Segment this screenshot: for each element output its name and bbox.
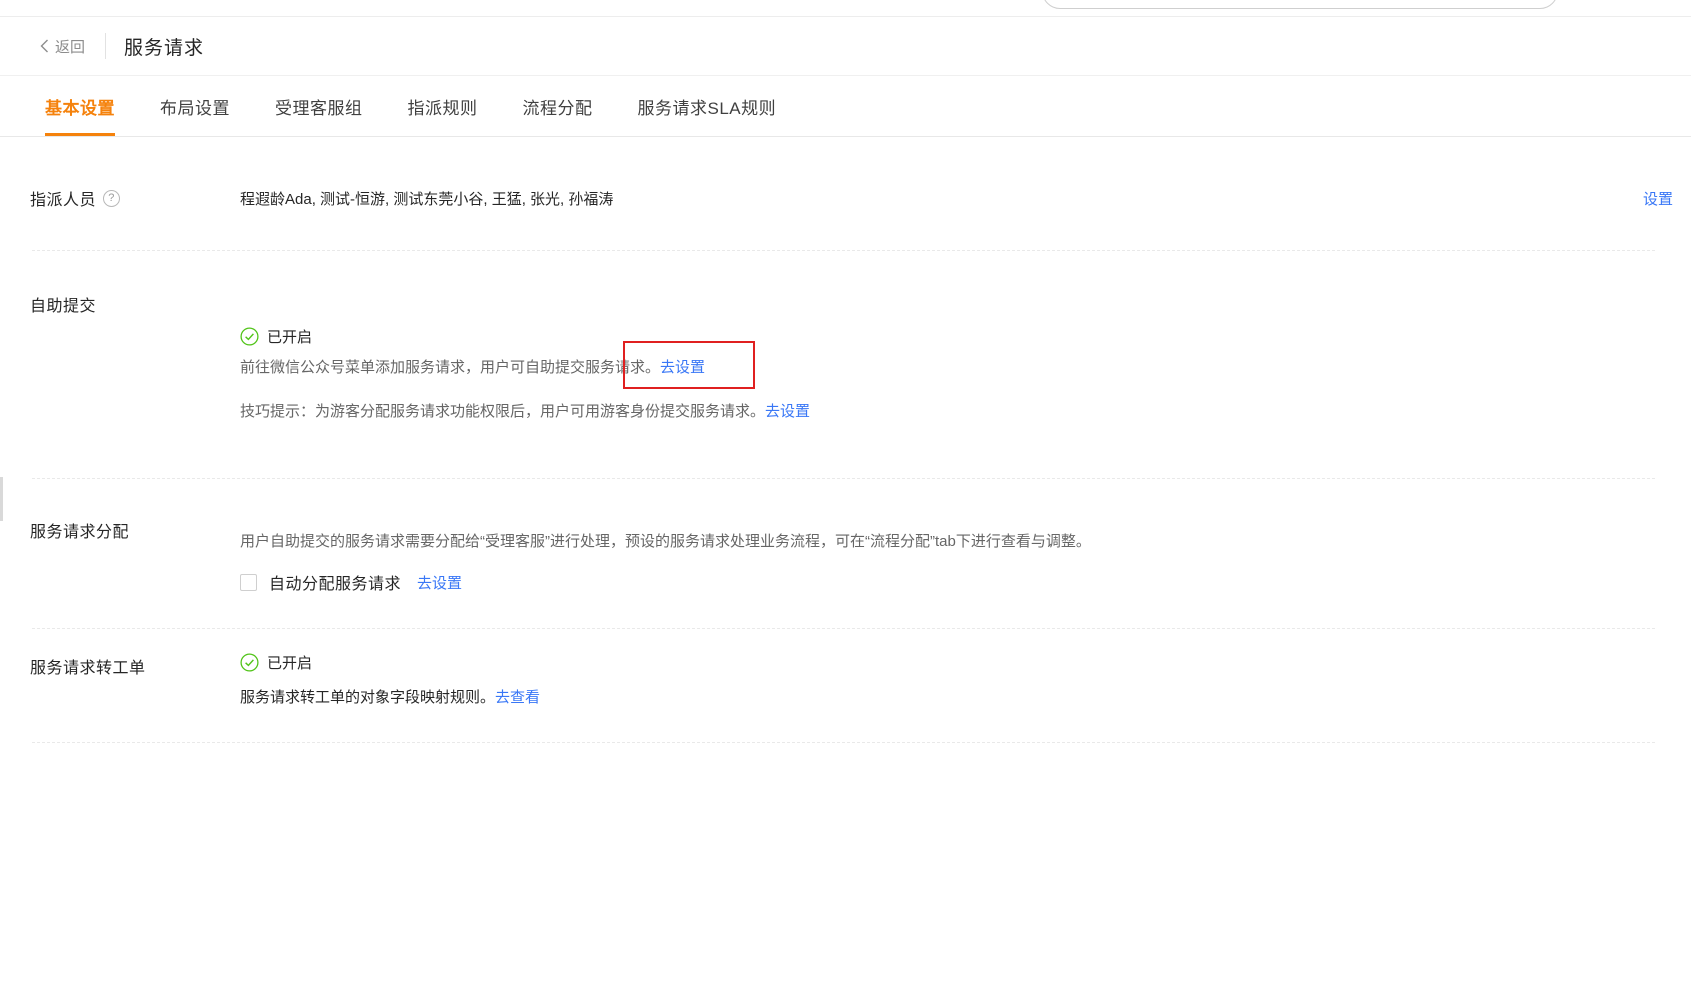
chevron-left-icon [40, 39, 48, 53]
section-divider [32, 628, 1655, 629]
to-ticket-label-text: 服务请求转工单 [30, 660, 146, 677]
left-scrollbar-thumb[interactable] [0, 477, 3, 521]
self-service-status: 已开启 [240, 326, 312, 347]
self-service-setup-link[interactable]: 去设置 [660, 359, 705, 376]
tab-layout-settings[interactable]: 布局设置 [160, 76, 230, 136]
status-text: 已开启 [267, 329, 313, 346]
to-ticket-status: 已开启 [240, 652, 312, 673]
back-label: 返回 [55, 38, 86, 56]
auto-assign-label: 自动分配服务请求 [269, 576, 402, 593]
section-divider [32, 742, 1655, 743]
help-icon[interactable]: ? [103, 189, 121, 207]
mapping-view-link[interactable]: 去查看 [495, 689, 540, 706]
tab-assign-rules[interactable]: 指派规则 [408, 76, 478, 136]
assignee-section-label: 指派人员 ? [30, 186, 121, 210]
self-service-desc-row: 前往微信公众号菜单添加服务请求，用户可自助提交服务请求。去设置 [240, 341, 756, 389]
guest-setup-link[interactable]: 去设置 [765, 403, 810, 420]
to-ticket-desc-row: 服务请求转工单的对象字段映射规则。去查看 [240, 686, 540, 707]
tab-flow-distribution[interactable]: 流程分配 [523, 76, 593, 136]
auto-assign-checkbox[interactable] [240, 573, 257, 591]
distribution-label-text: 服务请求分配 [30, 524, 130, 541]
distribution-section-label: 服务请求分配 [30, 518, 129, 542]
to-ticket-desc: 服务请求转工单的对象字段映射规则。 [240, 689, 496, 706]
tab-basic-settings[interactable]: 基本设置 [45, 76, 115, 136]
page-header: 返回 服务请求 [0, 17, 1691, 76]
check-circle-icon [240, 327, 259, 346]
check-circle-icon [240, 653, 259, 672]
tab-sla-rules[interactable]: 服务请求SLA规则 [638, 76, 777, 136]
assignee-label-text: 指派人员 [30, 192, 97, 209]
page-title: 服务请求 [124, 37, 205, 59]
self-service-tip-row: 技巧提示：为游客分配服务请求功能权限后，用户可用游客身份提交服务请求。去设置 [240, 400, 810, 421]
assignee-settings-link[interactable]: 设置 [1643, 188, 1673, 209]
back-button[interactable]: 返回 [40, 36, 85, 57]
distribution-desc: 用户自助提交的服务请求需要分配给“受理客服”进行处理，预设的服务请求处理业务流程… [240, 533, 1091, 550]
status-text: 已开启 [267, 655, 313, 672]
section-divider [32, 250, 1655, 251]
to-ticket-section-label: 服务请求转工单 [30, 654, 146, 678]
self-service-label-text: 自助提交 [30, 298, 97, 315]
self-service-tip: 技巧提示：为游客分配服务请求功能权限后，用户可用游客身份提交服务请求。 [240, 403, 766, 420]
assignee-value: 程遐龄Ada, 测试-恒游, 测试东莞小谷, 王猛, 张光, 孙福涛 [240, 191, 614, 208]
section-divider [32, 478, 1655, 479]
search-input-remnant[interactable] [1042, 0, 1558, 9]
self-service-section-label: 自助提交 [30, 292, 96, 316]
distribution-checkbox-row: 自动分配服务请求 去设置 [240, 570, 462, 594]
auto-assign-setup-link[interactable]: 去设置 [417, 572, 462, 593]
self-service-desc: 前往微信公众号菜单添加服务请求，用户可自助提交服务请求。 [240, 359, 661, 376]
header-divider [105, 33, 107, 59]
tab-bar: 基本设置 布局设置 受理客服组 指派规则 流程分配 服务请求SLA规则 [0, 76, 1691, 137]
tab-service-group[interactable]: 受理客服组 [275, 76, 363, 136]
